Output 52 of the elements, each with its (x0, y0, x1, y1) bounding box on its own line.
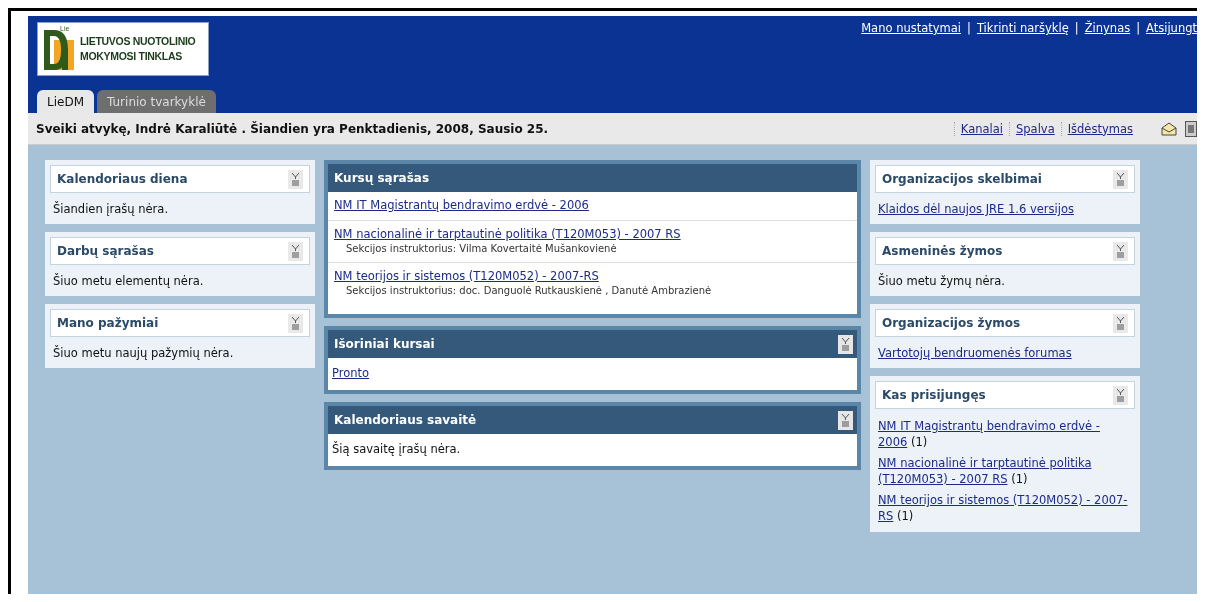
separator: | (967, 21, 971, 35)
toolbar-link[interactable]: Kanalai (953, 121, 1009, 136)
collapse-icon[interactable] (1113, 169, 1128, 189)
portlet-title: Darbų sąrašas (57, 244, 154, 258)
toolbar-link[interactable]: Spalva (1009, 121, 1061, 136)
collapse-icon[interactable] (288, 169, 303, 189)
toolbar-link[interactable]: Išdėstymas (1060, 121, 1139, 136)
link[interactable]: Pronto (332, 366, 370, 380)
empty-message: Šią savaitę įrašų nėra. (332, 442, 461, 456)
welcome-text: Sveiki atvykę, Indrė Karaliūtė . Šiandien yra Penktadienis, 2008, Sausio 25. (36, 121, 549, 136)
empty-message: Šiuo metu žymų nėra. (878, 274, 1006, 288)
course-link[interactable]: NM IT Magistrantų bendravimo erdvė - 2006 (334, 198, 851, 212)
instructor-text: Sekcijos instruktorius: Vilma Kovertaitė Mušankovienė (345, 243, 618, 254)
portlet-title: Išoriniai kursai (334, 337, 435, 351)
header-link[interactable]: Atsijungt (1146, 21, 1197, 35)
portlet-title: Asmeninės žymos (882, 244, 1003, 258)
collapse-icon[interactable] (288, 241, 303, 261)
calendar-icon[interactable] (1185, 120, 1197, 137)
portlet-title: Kalendoriaus diena (57, 172, 188, 186)
header-link[interactable]: Tikrinti naršyklę (976, 21, 1069, 35)
empty-message: Šiuo metu elementų nėra. (53, 274, 205, 288)
tab[interactable]: LieDM (37, 90, 94, 113)
logo-text: MOKYMOSI TINKLAS (80, 49, 183, 64)
portlet-title: Organizacijos skelbimai (882, 172, 1042, 186)
online-course-entry: NM teorijos ir sistemos (T120M052) - 2007-RS (1) (878, 492, 1129, 524)
course-link[interactable]: NM nacionalinė ir tarptautinė politika (T120M053) - 2007 RS (334, 227, 851, 241)
course-link[interactable]: NM teorijos ir sistemos (T120M052) - 2007-RS (334, 269, 851, 283)
collapse-icon[interactable] (1113, 313, 1128, 333)
tab[interactable]: Turinio tvarkyklė (97, 90, 216, 113)
envelope-icon[interactable] (1161, 120, 1177, 137)
empty-message: Šiandien įrašų nėra. (53, 202, 170, 216)
empty-message: Šiuo metu naujų pažymių nėra. (53, 346, 235, 360)
header-link[interactable]: Mano nustatymai (861, 21, 962, 35)
collapse-icon[interactable] (838, 334, 853, 354)
portlet-title: Organizacijos žymos (882, 316, 1021, 330)
collapse-icon[interactable] (288, 313, 303, 333)
portlet-title: Kas prisijungęs (882, 388, 986, 402)
collapse-icon[interactable] (1113, 385, 1128, 405)
instructor-text: Sekcijos instruktorius: doc. Danguolė Rutkauskienė , Danutė Ambrazienė (345, 285, 713, 296)
link[interactable]: Vartotojų bendruomenės forumas (878, 346, 1132, 360)
portlet-title: Kursų sąrašas (334, 171, 430, 185)
logo-text: LIETUVOS NUOTOLINIO (80, 34, 196, 49)
portlet-title: Kalendoriaus savaitė (334, 413, 477, 427)
collapse-icon[interactable] (838, 410, 853, 430)
portlet-title: Mano pažymiai (57, 316, 159, 330)
online-course-entry: NM IT Magistrantų bendravimo erdvė - 2006 (1) (878, 418, 1101, 450)
header-link[interactable]: Žinynas (1084, 21, 1131, 35)
online-course-entry: NM nacionalinė ir tarptautinė politika (T120M053) - 2007 RS (1) (878, 455, 1093, 487)
link[interactable]: Klaidos dėl naujos JRE 1.6 versijos (878, 202, 1132, 216)
separator: | (1136, 21, 1141, 35)
collapse-icon[interactable] (1113, 241, 1128, 261)
separator: | (1074, 21, 1079, 35)
